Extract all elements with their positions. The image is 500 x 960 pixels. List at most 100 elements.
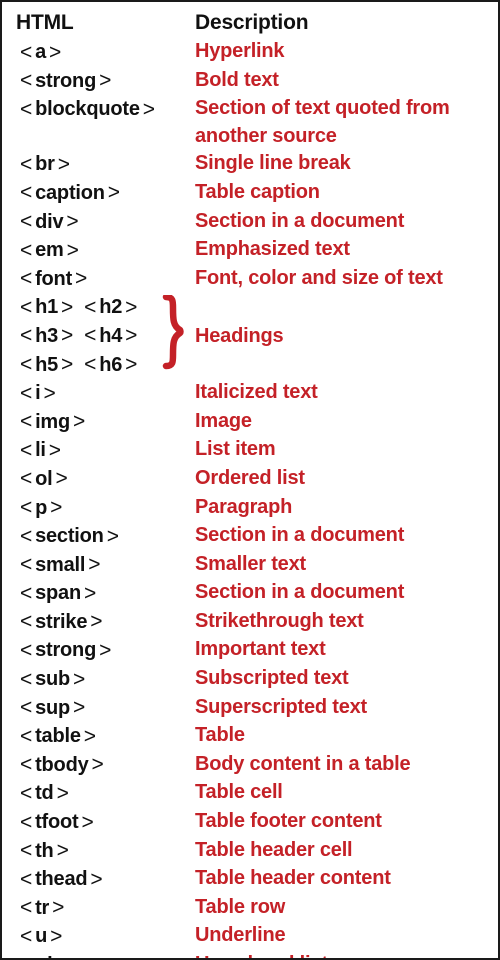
tag-token-sup: < sup > [20,694,85,723]
tag-token-tr: < tr > [20,894,64,923]
tag-name: thead [35,868,88,891]
description-text: Underline [195,924,286,947]
tag-cell: < span > [2,579,195,608]
description-text: Smaller text [195,552,306,575]
tag-cell: < strong > [2,636,195,665]
angle-bracket-close-icon: > [56,781,69,805]
column-header-html: HTML [16,11,74,34]
description-cell: List item [195,436,498,464]
angle-bracket-close-icon: > [107,181,120,205]
tag-token-h6: < h6 > [84,351,137,380]
table-row: < ol > Ordered list [2,465,498,494]
angle-bracket-close-icon: > [125,295,138,319]
tag-token-img: < img > [20,408,85,437]
angle-bracket-open-icon: < [20,438,33,462]
tag-cell: < div > [2,208,195,237]
tag-token-blockquote: < blockquote > [20,95,155,124]
tag-name: em [35,239,64,262]
description-cell: Important text [195,636,498,664]
description-text: Single line break [195,152,351,175]
tag-name: a [35,41,47,63]
description-cell: Section in a document [195,522,498,550]
angle-bracket-open-icon: < [84,324,97,348]
description-cell: Unordered list [195,951,498,958]
angle-bracket-close-icon: > [99,69,112,93]
angle-bracket-close-icon: > [56,839,69,863]
angle-bracket-open-icon: < [20,696,33,720]
tag-token-li: < li > [20,436,61,465]
table-body: HTML Description < a > Hyperlink < strong > Bol… [2,2,498,959]
table-row: < sub > Subscripted text [2,665,498,694]
angle-bracket-close-icon: > [83,581,97,605]
tag-name: small [35,553,86,576]
angle-bracket-close-icon: > [106,524,119,548]
tag-token-h4: < h4 > [84,322,137,351]
tag-token-br: < br > [20,150,70,179]
tag-name: font [35,267,73,290]
description-text: Important text [195,638,326,661]
table-row: < td > Table cell [2,779,498,808]
description-text: Table row [195,895,286,918]
tag-cell: < small > [2,551,195,580]
description-cell: Subscripted text [195,665,498,693]
tag-name: div [35,210,64,233]
description-text: Body content in a table [195,752,411,775]
tag-cell: < h3 > < h4 > [2,322,195,351]
tag-cell: < li > [2,436,195,465]
angle-bracket-open-icon: < [20,324,33,348]
table-row: < strong > Important text [2,636,498,665]
description-cell: Table [195,722,498,750]
description-cell: Underline [195,922,498,950]
tag-cell: < th > [2,837,195,866]
rows-before-headings: < a > Hyperlink < strong > Bold text < blockquote… [2,38,498,293]
tag-name: tr [35,896,50,919]
table-row: < h1 > < h2 > [2,293,195,322]
angle-bracket-open-icon: < [20,667,33,691]
table-row: < li > List item [2,436,498,465]
angle-bracket-open-icon: < [20,381,33,405]
angle-bracket-open-icon: < [20,40,33,64]
table-row: < sup > Superscripted text [2,694,498,723]
description-text: List item [195,438,276,461]
description-cell: Table row [195,894,498,922]
table-row: < thead > Table header content [2,865,498,894]
table-row: < caption > Table caption [2,179,498,208]
tag-name: th [35,839,54,862]
tag-name: ol [35,467,53,490]
tag-token-u: < u > [20,922,62,951]
table-row: < div > Section in a document [2,208,498,237]
table-row: < p > Paragraph [2,494,498,523]
tag-cell: < tbody > [2,751,195,780]
angle-bracket-open-icon: < [20,210,33,234]
description-cell: Superscripted text [195,694,498,722]
tag-cell: < strong > [2,67,195,96]
tag-cell: <ul> [2,951,195,959]
tag-cell: < ol > [2,465,195,494]
angle-bracket-open-icon: < [84,295,97,319]
tag-cell: < u > [2,922,195,951]
angle-bracket-open-icon: < [20,97,33,121]
description-text: Table [195,724,245,747]
tag-name: blockquote [35,98,140,121]
angle-bracket-open-icon: < [20,924,33,948]
tag-cell: < p > [2,494,195,523]
description-text: Section in a document [195,581,405,604]
table-row: <ul> Unordered list [2,951,498,959]
angle-bracket-open-icon: < [20,267,33,291]
description-text: Table caption [195,180,320,203]
angle-bracket-open-icon: < [20,496,33,519]
angle-bracket-open-icon: < [20,295,33,319]
description-text: Hyperlink [195,40,285,62]
description-cell: Table header content [195,865,498,893]
tag-token-sub: < sub > [20,665,85,694]
description-text: Ordered list [195,466,305,489]
angle-bracket-close-icon: > [125,324,138,348]
headings-group-row: < h1 > < h2 > < h3 > < h4 > < h5 > < h6 > Headings [2,293,498,379]
column-header-description: Description [195,11,309,34]
angle-bracket-open-icon: < [20,753,33,777]
tag-token-span: < span > [20,579,96,608]
tag-cell: < font > [2,265,195,294]
tag-cell: < sup > [2,694,195,723]
tag-cell: < h1 > < h2 > [2,293,195,322]
tag-cell: < table > [2,722,195,751]
